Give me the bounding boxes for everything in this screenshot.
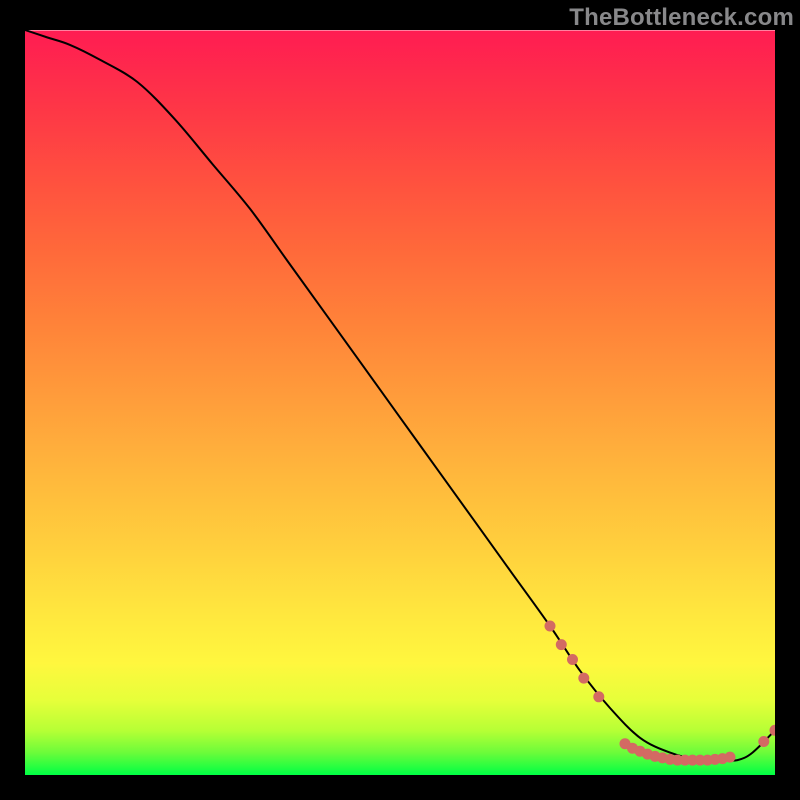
gpu-marker bbox=[579, 673, 589, 683]
gpu-marker bbox=[568, 655, 578, 665]
watermark-text: TheBottleneck.com bbox=[569, 4, 794, 32]
plot-svg bbox=[25, 30, 775, 775]
bottleneck-curve bbox=[25, 30, 775, 761]
plot-area bbox=[25, 30, 775, 775]
marker-group bbox=[545, 621, 775, 765]
gpu-marker bbox=[759, 737, 769, 747]
gpu-marker bbox=[594, 692, 604, 702]
gpu-marker bbox=[545, 621, 555, 631]
chart-root: TheBottleneck.com bbox=[0, 0, 800, 800]
gpu-marker bbox=[556, 640, 566, 650]
gpu-marker bbox=[725, 752, 735, 762]
